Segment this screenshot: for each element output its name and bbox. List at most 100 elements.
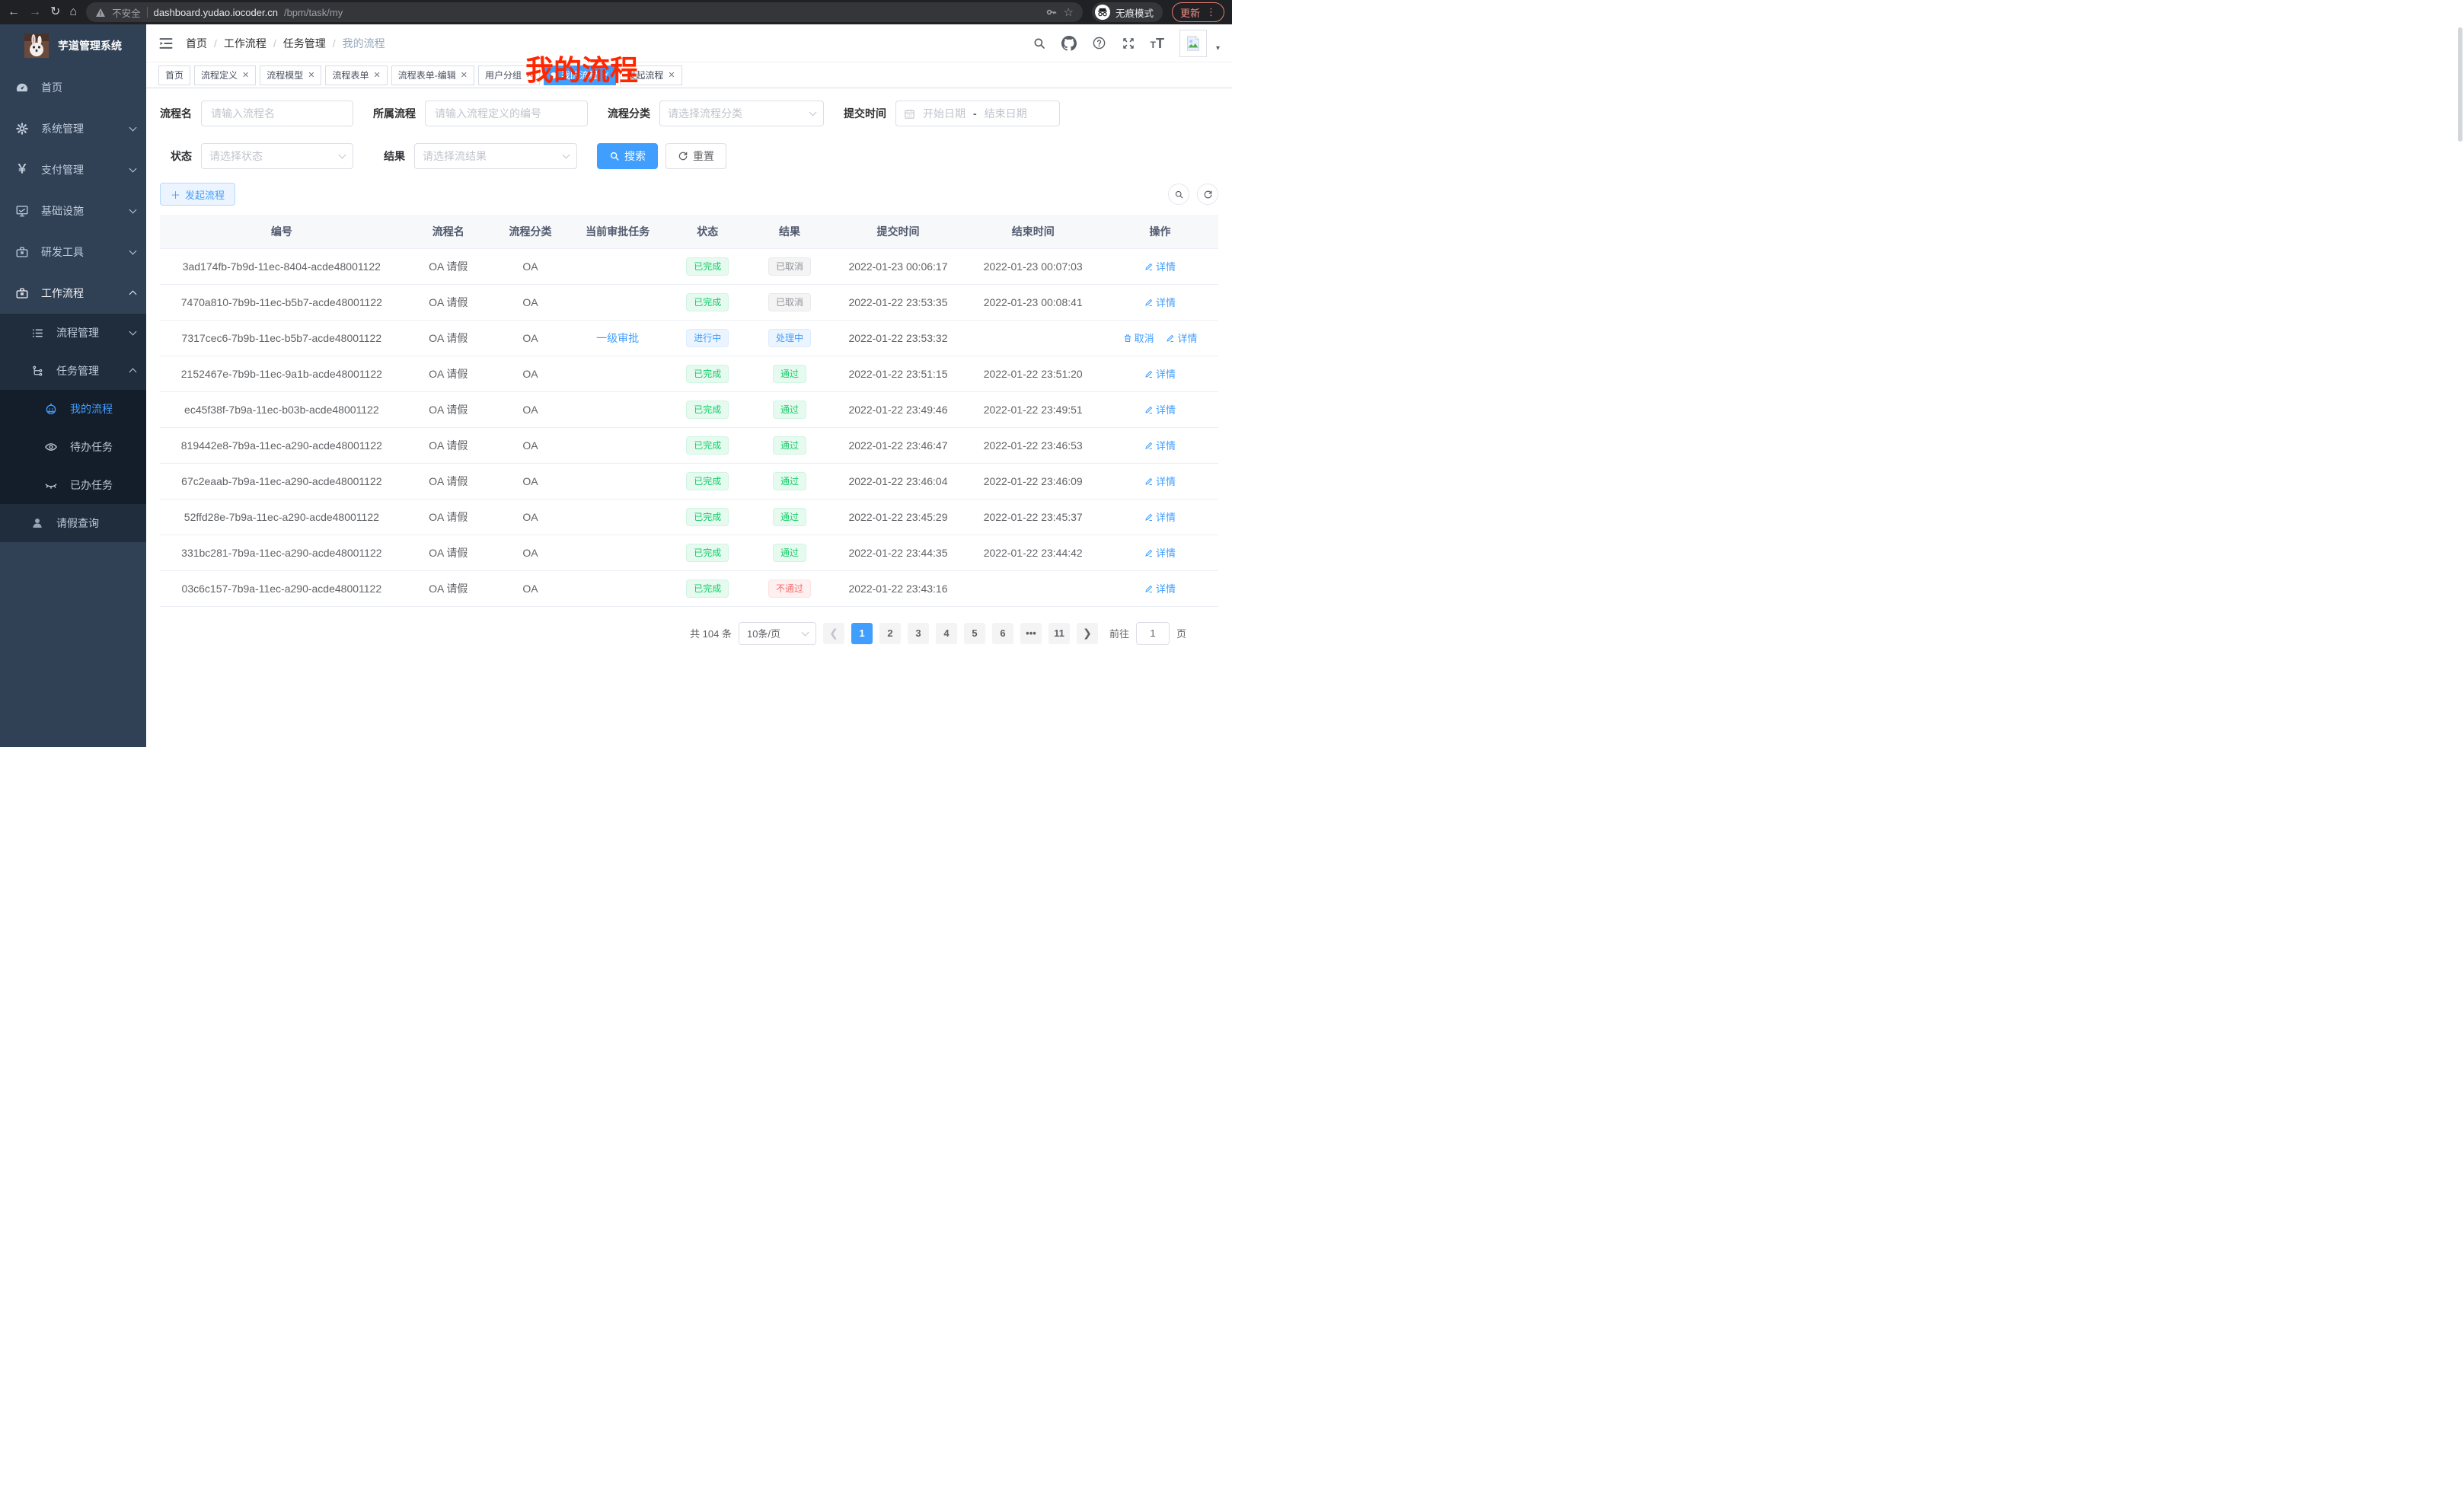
tab-process-form-edit[interactable]: 流程表单-编辑✕ bbox=[391, 65, 474, 85]
detail-link[interactable]: 详情 bbox=[1144, 509, 1176, 524]
bookmark-star-icon[interactable]: ☆ bbox=[1064, 5, 1074, 19]
result-select[interactable]: 请选择流结果 bbox=[414, 143, 577, 169]
detail-link[interactable]: 详情 bbox=[1144, 581, 1176, 595]
status-select[interactable]: 请选择状态 bbox=[201, 143, 353, 169]
col-status: 状态 bbox=[668, 215, 747, 248]
goto-label: 前往 bbox=[1109, 626, 1129, 640]
col-end-time: 结束时间 bbox=[964, 215, 1102, 248]
tab-my-process[interactable]: 我的流程✕ bbox=[544, 65, 616, 85]
range-separator: - bbox=[973, 107, 977, 120]
sidebar-item-task-management[interactable]: 任务管理 bbox=[0, 352, 146, 390]
refresh-table-button[interactable] bbox=[1197, 184, 1218, 205]
avatar-caret-icon[interactable]: ▾ bbox=[1216, 44, 1220, 53]
detail-link[interactable]: 详情 bbox=[1144, 402, 1176, 417]
help-icon[interactable] bbox=[1092, 36, 1106, 50]
close-icon[interactable]: ✕ bbox=[602, 70, 609, 80]
incognito-label: 无痕模式 bbox=[1116, 5, 1154, 20]
table-row: 7317cec6-7b9b-11ec-b5b7-acde48001122 OA … bbox=[160, 320, 1218, 356]
page-button-5[interactable]: 5 bbox=[964, 623, 985, 644]
browser-reload-icon[interactable]: ↻ bbox=[50, 6, 60, 18]
browser-menu-icon[interactable]: ⋮ bbox=[1206, 6, 1216, 18]
close-icon[interactable]: ✕ bbox=[461, 70, 468, 80]
robot-icon bbox=[44, 402, 58, 416]
page-size-select[interactable]: 10条/页 bbox=[739, 622, 816, 645]
goto-page-input[interactable] bbox=[1136, 622, 1170, 645]
sidebar-item-done-tasks[interactable]: 已办任务 bbox=[0, 466, 146, 504]
browser-back-icon[interactable]: ← bbox=[8, 6, 20, 18]
navbar: 首页 / 工作流程 / 任务管理 / 我的流程 bbox=[146, 24, 1232, 62]
header-search-icon[interactable] bbox=[1033, 37, 1046, 50]
browser-home-icon[interactable]: ⌂ bbox=[69, 6, 77, 18]
close-icon[interactable]: ✕ bbox=[242, 70, 249, 80]
current-task-link[interactable]: 一级审批 bbox=[596, 330, 639, 346]
close-icon[interactable]: ✕ bbox=[308, 70, 314, 80]
detail-link[interactable]: 详情 bbox=[1166, 330, 1197, 345]
sidebar-toggle-icon[interactable] bbox=[158, 36, 174, 51]
page-button-3[interactable]: 3 bbox=[908, 623, 929, 644]
close-icon[interactable]: ✕ bbox=[668, 70, 675, 80]
search-button[interactable]: 搜索 bbox=[597, 143, 658, 169]
sidebar-item-home[interactable]: 首页 bbox=[0, 67, 146, 108]
submit-time-range-picker[interactable]: 开始日期 - 结束日期 bbox=[895, 101, 1060, 126]
font-size-icon[interactable]: TT bbox=[1151, 37, 1164, 50]
tab-process-form[interactable]: 流程表单✕ bbox=[325, 65, 387, 85]
detail-link[interactable]: 详情 bbox=[1144, 259, 1176, 273]
sidebar: 芋道管理系统 首页 系统管理 ￥ 支付管理 基础设施 bbox=[0, 24, 146, 747]
browser-forward-icon[interactable]: → bbox=[29, 6, 41, 18]
filter-status-label: 状态 bbox=[171, 148, 192, 164]
status-badge: 进行中 bbox=[686, 329, 729, 347]
more-pages-button[interactable]: ••• bbox=[1020, 623, 1042, 644]
address-bar[interactable]: 不安全 dashboard.yudao.iocoder.cn/bpm/task/… bbox=[86, 2, 1083, 22]
prev-page-button[interactable]: ❮ bbox=[823, 623, 844, 644]
category-select[interactable]: 请选择流程分类 bbox=[659, 101, 824, 126]
detail-link[interactable]: 详情 bbox=[1144, 366, 1176, 381]
detail-link[interactable]: 详情 bbox=[1144, 474, 1176, 488]
detail-link[interactable]: 详情 bbox=[1144, 545, 1176, 560]
sidebar-item-system[interactable]: 系统管理 bbox=[0, 108, 146, 149]
user-icon bbox=[30, 516, 44, 530]
toggle-search-button[interactable] bbox=[1168, 184, 1189, 205]
tab-user-group[interactable]: 用户分组✕ bbox=[478, 65, 540, 85]
next-page-button[interactable]: ❯ bbox=[1077, 623, 1098, 644]
fullscreen-icon[interactable] bbox=[1122, 37, 1135, 50]
page-button-2[interactable]: 2 bbox=[879, 623, 901, 644]
page-button-11[interactable]: 11 bbox=[1048, 623, 1070, 644]
sidebar-item-payment[interactable]: ￥ 支付管理 bbox=[0, 149, 146, 190]
close-icon[interactable]: ✕ bbox=[374, 70, 381, 80]
tab-process-definition[interactable]: 流程定义✕ bbox=[194, 65, 256, 85]
github-icon[interactable] bbox=[1061, 36, 1077, 51]
breadcrumb-workflow[interactable]: 工作流程 bbox=[224, 36, 267, 51]
sidebar-item-devtools[interactable]: 研发工具 bbox=[0, 231, 146, 273]
filter-definition-label: 所属流程 bbox=[373, 106, 416, 121]
sidebar-item-leave-query[interactable]: 请假查询 bbox=[0, 504, 146, 542]
page-button-6[interactable]: 6 bbox=[992, 623, 1013, 644]
page-button-1[interactable]: 1 bbox=[851, 623, 873, 644]
breadcrumb-home[interactable]: 首页 bbox=[186, 36, 207, 51]
tab-home[interactable]: 首页 bbox=[158, 65, 190, 85]
detail-link[interactable]: 详情 bbox=[1144, 295, 1176, 309]
sidebar-item-infra[interactable]: 基础设施 bbox=[0, 190, 146, 231]
sidebar-item-workflow[interactable]: 工作流程 bbox=[0, 273, 146, 314]
tab-process-model[interactable]: 流程模型✕ bbox=[260, 65, 321, 85]
incognito-icon bbox=[1095, 5, 1110, 20]
app-logo-row[interactable]: 芋道管理系统 bbox=[0, 24, 146, 67]
page-button-4[interactable]: 4 bbox=[936, 623, 957, 644]
avatar[interactable] bbox=[1179, 30, 1207, 57]
tab-start-process[interactable]: 发起流程✕ bbox=[620, 65, 681, 85]
start-process-button[interactable]: ＋ 发起流程 bbox=[160, 183, 235, 206]
cancel-link[interactable]: 取消 bbox=[1123, 330, 1154, 345]
detail-link[interactable]: 详情 bbox=[1144, 438, 1176, 452]
browser-update-button[interactable]: 更新 ⋮ bbox=[1172, 2, 1224, 22]
key-icon[interactable] bbox=[1045, 6, 1058, 18]
reset-button[interactable]: 重置 bbox=[665, 143, 726, 169]
page-scrollbar[interactable] bbox=[2458, 27, 2462, 142]
close-icon[interactable]: ✕ bbox=[526, 70, 533, 80]
process-definition-input[interactable] bbox=[425, 101, 588, 126]
process-name-input[interactable] bbox=[201, 101, 353, 126]
sidebar-item-my-process[interactable]: 我的流程 bbox=[0, 390, 146, 428]
breadcrumb-task-management[interactable]: 任务管理 bbox=[283, 36, 326, 51]
sidebar-item-process-management[interactable]: 流程管理 bbox=[0, 314, 146, 352]
table-row: 03c6c157-7b9a-11ec-a290-acde48001122 OA … bbox=[160, 570, 1218, 606]
result-badge: 已取消 bbox=[768, 257, 811, 276]
sidebar-item-todo-tasks[interactable]: 待办任务 bbox=[0, 428, 146, 466]
